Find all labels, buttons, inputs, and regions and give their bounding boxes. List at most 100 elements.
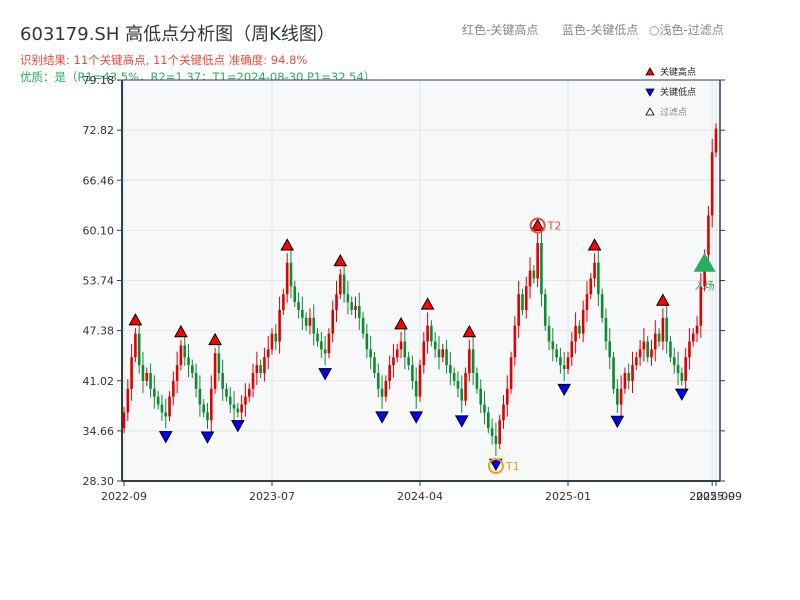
candle-body [331, 309, 335, 334]
candle-body [631, 365, 634, 381]
candle-body [282, 294, 285, 310]
candle-body [361, 317, 365, 334]
x-tick-label: 2024-04 [397, 490, 443, 503]
candle-body [581, 309, 585, 334]
candle-body [164, 412, 168, 417]
candle-body [627, 373, 631, 381]
candle-body [490, 428, 494, 437]
candle-body [213, 353, 217, 389]
candle-body [285, 262, 289, 295]
candle-body [532, 270, 536, 279]
legend-label: 关键高点 [660, 66, 696, 78]
candle-body [270, 333, 274, 350]
candlestick-chart: 28.30 34.66 41.02 47.38 53.74 60.10 66.46 72.82… [83, 66, 742, 503]
candle-body [339, 274, 342, 295]
candle-body [449, 365, 452, 374]
candle-body [574, 325, 577, 342]
candle-body [202, 404, 205, 413]
candle-body [483, 404, 486, 413]
candle-body [452, 373, 456, 381]
x-tick-label: 2025-01 [545, 490, 591, 503]
candle-body [414, 380, 418, 397]
candle-body [619, 388, 623, 405]
candle-body [464, 373, 467, 401]
candle-body [134, 333, 137, 358]
candle-body [642, 341, 646, 350]
y-tick-label: 41.02 [83, 375, 115, 388]
candle-body [301, 309, 304, 318]
candle-body [240, 404, 243, 413]
t1-label: T1 [505, 460, 520, 473]
candle-body [562, 365, 566, 370]
candle-body [540, 242, 543, 295]
candle-body [691, 333, 695, 342]
candle-body [327, 333, 331, 354]
candle-body [505, 388, 509, 405]
candle-body [684, 357, 687, 381]
candle-body [437, 349, 441, 358]
candle-body [194, 373, 198, 389]
candle-body [399, 341, 403, 350]
candle-body [297, 302, 300, 310]
candle-body [411, 365, 414, 381]
candle-body [524, 286, 528, 310]
candle-body [604, 317, 608, 342]
legend-marker [645, 67, 655, 76]
candle-body [255, 365, 259, 374]
y-tick-label: 53.74 [83, 275, 115, 288]
candle-body [172, 380, 175, 397]
candle-body [206, 412, 209, 421]
candle-body [456, 380, 460, 389]
candle-body [487, 412, 490, 429]
candle-body [126, 388, 130, 413]
candle-body [247, 388, 251, 397]
candle-body [263, 357, 266, 374]
candle-body [669, 341, 672, 358]
candle-body [543, 294, 547, 326]
legend-label: 关键低点 [660, 86, 696, 98]
y-tick-label: 60.10 [83, 224, 115, 237]
candle-body [638, 349, 642, 358]
candle-body [308, 317, 312, 326]
candle-body [672, 357, 676, 366]
candle-body [665, 317, 668, 342]
candle-body [342, 274, 346, 295]
candle-body [236, 408, 240, 413]
candle-body [278, 309, 281, 342]
candle-body [653, 333, 657, 350]
candle-body [122, 412, 126, 429]
candle-body [559, 357, 562, 366]
candle-body [156, 396, 160, 405]
candle-body [695, 325, 699, 334]
candle-body [380, 388, 384, 397]
candle-body [354, 306, 357, 310]
x-tick-label: 2025-09 [696, 490, 742, 503]
candle-body [346, 294, 350, 303]
y-tick-label: 28.30 [83, 475, 115, 488]
candle-body [513, 325, 517, 358]
candle-body [475, 373, 479, 389]
candle-body [661, 317, 665, 342]
candle-body [392, 357, 395, 366]
candle-body [646, 341, 649, 358]
candle-body [160, 404, 164, 413]
candle-body [471, 349, 475, 374]
candle-body [707, 215, 710, 255]
candle-body [350, 302, 353, 310]
candle-body [578, 325, 581, 334]
candle-body [635, 357, 638, 366]
candle-body [566, 357, 570, 370]
candle-body [312, 317, 316, 334]
candle-body [597, 262, 600, 295]
legend-label: 过滤点 [660, 106, 687, 118]
candle-body [153, 388, 156, 397]
candle-body [357, 306, 361, 318]
candle-body [191, 365, 194, 374]
candle-body [225, 388, 228, 397]
candle-body [623, 373, 627, 389]
y-tick-label: 72.82 [83, 124, 115, 137]
candle-body [498, 420, 501, 444]
candle-body [251, 373, 255, 389]
candle-body [555, 349, 558, 358]
candle-body [137, 333, 141, 366]
